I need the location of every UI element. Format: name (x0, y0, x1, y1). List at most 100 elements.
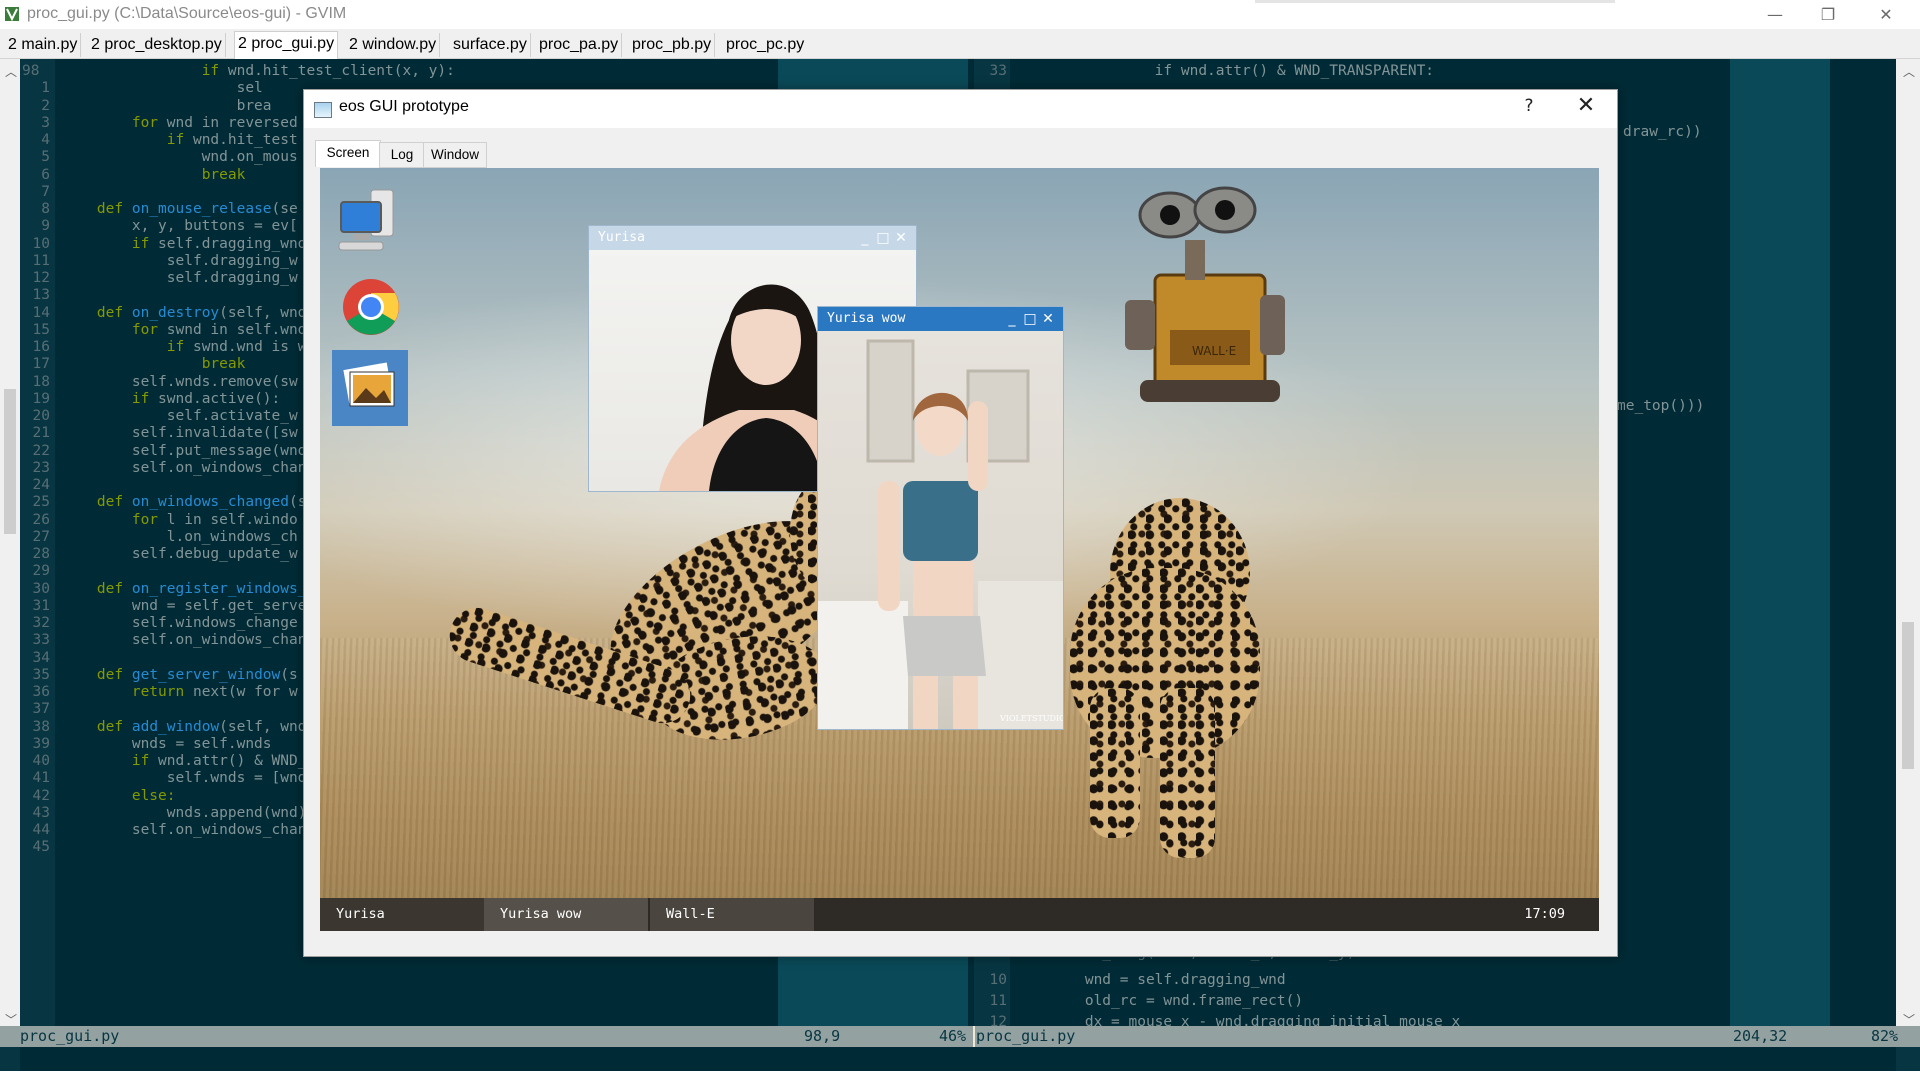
line-number: 19 (32, 390, 50, 407)
line-number: 33 (989, 63, 1007, 79)
tab-proc-pa[interactable]: proc_pa.py (536, 33, 623, 57)
line-number: 2 (41, 97, 50, 114)
line-number: 9 (41, 218, 50, 235)
line-number: 1 (41, 80, 50, 97)
line-number: 20 (32, 408, 50, 424)
restore-icon[interactable]: ❐ (1805, 0, 1851, 29)
line-number: 33 (32, 632, 50, 649)
line-number: 38 (32, 718, 50, 735)
code-line: wnd = self.dragging_wnd (1015, 972, 1286, 988)
line-number: 21 (32, 425, 50, 442)
chrome-icon[interactable] (333, 269, 409, 345)
line-number: 5 (41, 149, 50, 166)
line-number: 14 (32, 304, 50, 321)
line-number: 39 (32, 735, 50, 752)
close-icon[interactable]: ✕ (1863, 0, 1909, 29)
close-icon[interactable]: ✕ (892, 226, 910, 250)
portrait-photo: VIOLETSTUDIO (818, 331, 1063, 729)
scroll-up-icon[interactable]: ︿ (1903, 63, 1915, 80)
taskbar-item-yurisa[interactable]: Yurisa (320, 898, 484, 931)
vim-statusline: proc_gui.py 98,9 46% proc_gui.py 204,32 … (0, 1026, 1920, 1047)
code-line: self.put_message(wnd (62, 442, 307, 459)
vim-command-line[interactable] (20, 1047, 1896, 1071)
code-line: l.on_windows_ch (62, 528, 298, 545)
line-number: 26 (32, 511, 50, 528)
minimize-icon[interactable]: — (1752, 0, 1798, 29)
right-cursor-column (1730, 59, 1830, 1029)
line-number: 11 (32, 252, 50, 269)
vim-tabline: 2 main.py 2 proc_desktop.py 2 proc_gui.p… (0, 29, 1920, 59)
line-number: 31 (32, 597, 50, 614)
line-number: 3 (41, 114, 50, 131)
photos-icon[interactable] (332, 350, 408, 426)
code-line: break (201, 356, 246, 373)
left-scroll-thumb[interactable] (4, 389, 16, 534)
help-button[interactable]: ? (1514, 96, 1544, 116)
code-line: if wnd.attr() & WND_ (131, 753, 307, 769)
close-icon[interactable]: ✕ (1039, 307, 1057, 331)
minimize-icon[interactable]: _ (1003, 307, 1021, 331)
tab-window[interactable]: Window (423, 142, 487, 168)
window-title: proc_gui.py (C:\Data\Source\eos-gui) - G… (27, 5, 347, 22)
code-line: if self.dragging_wnd (131, 235, 307, 252)
close-icon[interactable]: ✕ (1566, 93, 1606, 118)
tab-window[interactable]: 2 window.py (346, 33, 441, 57)
code-line: self.debug_update_w (62, 546, 298, 562)
tab-proc-gui[interactable]: 2 proc_gui.py (234, 31, 339, 59)
line-number: 42 (32, 787, 50, 804)
dialog-body: Screen Log Window WALL·E Yurisa _ □ ✕ Yu… (304, 128, 1617, 956)
right-scrollbar[interactable]: ︿ ﹀ (1896, 59, 1920, 1029)
status-percent: 46% (939, 1027, 967, 1045)
status-cursor-pos: 98,9 (804, 1027, 841, 1045)
line-number: 8 (41, 201, 50, 217)
maximize-icon[interactable]: □ (874, 226, 892, 250)
dialog-title: eos GUI prototype (339, 98, 469, 115)
tab-log[interactable]: Log (379, 142, 425, 168)
virtual-screen[interactable]: WALL·E Yurisa _ □ ✕ Yurisa wow _ □ ✕ VIO… (320, 168, 1599, 931)
gvim-app-icon (5, 7, 19, 22)
code-line: def get_server_window(s (96, 666, 298, 683)
right-scroll-thumb[interactable] (1902, 622, 1914, 769)
line-number: 41 (32, 770, 50, 787)
walle-image: WALL·E (1125, 186, 1285, 402)
left-scrollbar[interactable]: ︿ ﹀ (0, 59, 20, 1029)
tab-surface[interactable]: surface.py (450, 33, 531, 57)
taskbar-item-yurisa-wow[interactable]: Yurisa wow (484, 898, 648, 931)
status-cursor-pos: 204,32 (1733, 1027, 1788, 1045)
code-line: wnds.append(wnd) (62, 804, 307, 821)
window-yurisa-wow[interactable]: Yurisa wow _ □ ✕ VIOLETSTUDIO (817, 306, 1064, 730)
window-controls: _ □ ✕ (1003, 307, 1057, 331)
maximize-icon[interactable]: □ (1021, 307, 1039, 331)
code-line: break (201, 166, 246, 183)
code-line: self.windows_change (62, 615, 298, 631)
dialog-titlebar[interactable]: eos GUI prototype ? ✕ (304, 90, 1617, 128)
code-line: def on_register_windows_ (96, 580, 307, 597)
taskbar-item-wall-e[interactable]: Wall-E (650, 898, 814, 931)
title-shadow (1255, 0, 1615, 3)
code-line: return next(w for w (131, 684, 298, 700)
tab-proc-pc[interactable]: proc_pc.py (723, 33, 807, 57)
line-number: 13 (32, 287, 50, 304)
tab-main[interactable]: 2 main.py (5, 33, 82, 57)
tab-proc-pb[interactable]: proc_pb.py (629, 33, 716, 57)
scroll-up-icon[interactable]: ︿ (5, 63, 17, 80)
line-number: 32 (32, 615, 50, 631)
tab-proc-desktop[interactable]: 2 proc_desktop.py (88, 33, 226, 57)
code-line: self.wnds = [wnd (62, 770, 307, 787)
line-number: 18 (32, 373, 50, 390)
line-number: 28 (32, 546, 50, 562)
line-number: 24 (32, 477, 50, 493)
line-number: 37 (32, 701, 50, 718)
tab-screen[interactable]: Screen (315, 140, 381, 167)
code-line: for swnd in self.wnd (131, 321, 307, 338)
line-number: 17 (32, 356, 50, 373)
line-number: 7 (41, 183, 50, 200)
code-line: old_rc = wnd.frame_rect() (1015, 993, 1304, 1009)
code-line: def on_windows_changed(s (96, 494, 307, 511)
line-number: 35 (32, 666, 50, 683)
minimize-icon[interactable]: _ (856, 226, 874, 250)
status-percent: 82% (1871, 1027, 1899, 1045)
computer-icon[interactable] (333, 184, 409, 260)
line-number: 43 (32, 804, 50, 821)
code-line: else: (131, 787, 176, 804)
